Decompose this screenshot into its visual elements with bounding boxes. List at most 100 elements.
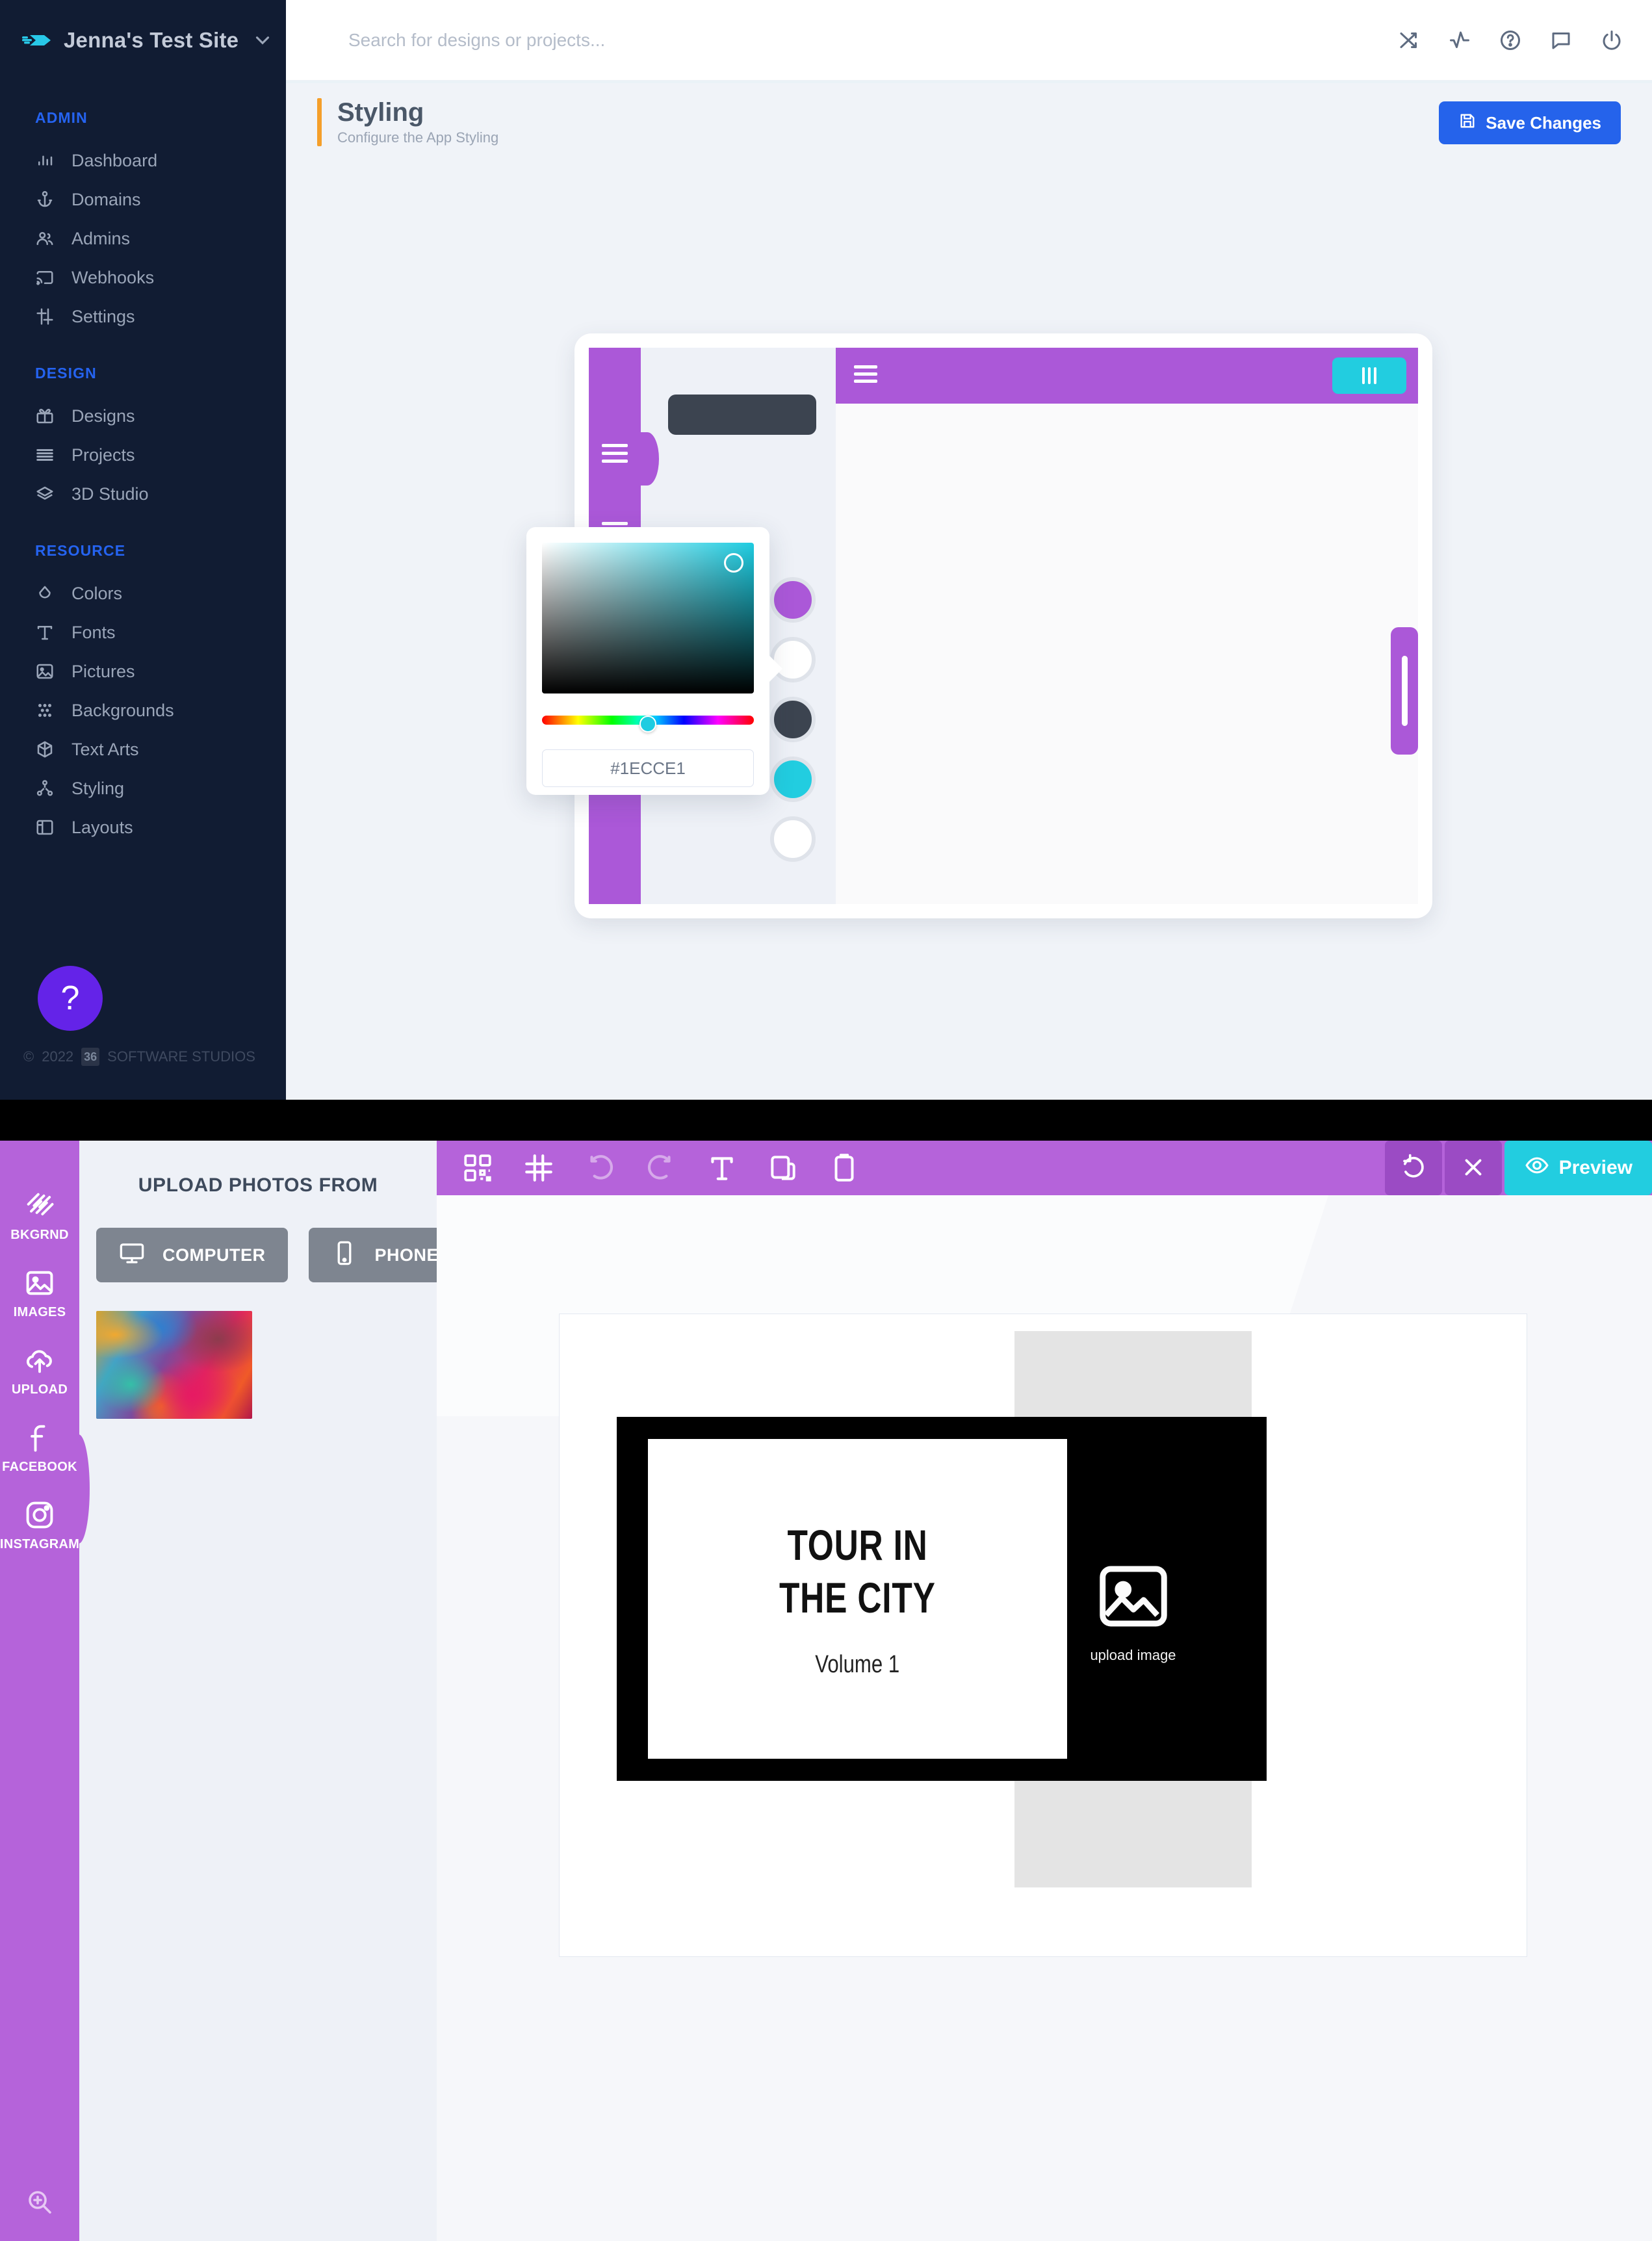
shuffle-icon[interactable]	[1397, 29, 1421, 52]
brand-selector[interactable]: Jenna's Test Site	[0, 0, 286, 81]
rail-item-facebook[interactable]: FACEBOOK	[0, 1421, 79, 1475]
swatch-cyan[interactable]	[770, 757, 816, 802]
sidebar-item-layouts[interactable]: Layouts	[0, 808, 286, 847]
design-title-line1: TOUR IN	[787, 1520, 928, 1569]
page-title-accent-bar	[317, 97, 322, 146]
nav-section-title-resource: RESOURCE	[35, 542, 126, 559]
rail-item-images[interactable]: IMAGES	[0, 1266, 79, 1320]
sidebar-item-fonts[interactable]: Fonts	[0, 613, 286, 652]
sidebar-item-label: Dashboard	[71, 150, 158, 170]
swatch-purple[interactable]	[770, 577, 816, 623]
copy-icon[interactable]	[767, 1152, 799, 1184]
styling-canvas-area: #1ECCE1	[286, 83, 1652, 1100]
mockup-menu-icon-1	[602, 444, 628, 467]
design-canvas-sheet[interactable]: TOUR IN THE CITY Volume 1 upload image	[559, 1314, 1527, 1957]
sliders-icon	[35, 307, 55, 326]
sidebar-item-admins[interactable]: Admins	[0, 219, 286, 258]
sidebar-item-label: Fonts	[71, 622, 116, 642]
users-icon	[35, 229, 55, 248]
admin-main-area: Styling Configure the App Styling Save C…	[286, 0, 1652, 1100]
help-fab-button[interactable]: ?	[38, 966, 103, 1031]
power-icon[interactable]	[1600, 29, 1623, 52]
close-button[interactable]	[1444, 1141, 1502, 1195]
footer-copyright: © 2022 36 SOFTWARE STUDIOS	[23, 1048, 255, 1066]
chevron-down-icon[interactable]	[252, 29, 274, 51]
sidebar-item-text-arts[interactable]: Text Arts	[0, 730, 286, 769]
sidebar-item-label: Colors	[71, 583, 123, 603]
rail-item-upload[interactable]: UPLOAD	[0, 1343, 79, 1397]
zoom-in-icon[interactable]	[0, 2163, 79, 2241]
sidebar-item-label: Domains	[71, 189, 141, 209]
preview-label: Preview	[1558, 1157, 1633, 1178]
droplet-icon	[35, 584, 55, 603]
sidebar-item-webhooks[interactable]: Webhooks	[0, 258, 286, 297]
save-changes-button[interactable]: Save Changes	[1439, 101, 1621, 144]
grid-icon[interactable]	[523, 1152, 555, 1184]
upload-from-computer-button[interactable]: COMPUTER	[96, 1228, 288, 1282]
message-icon[interactable]	[1549, 29, 1573, 52]
sidebar-item-pictures[interactable]: Pictures	[0, 652, 286, 691]
instagram-icon	[23, 1498, 57, 1532]
sidebar-item-3d-studio[interactable]: 3D Studio	[0, 474, 286, 513]
sidebar-item-designs[interactable]: Designs	[0, 396, 286, 435]
upload-source-label: COMPUTER	[162, 1245, 266, 1265]
sidebar-item-backgrounds[interactable]: Backgrounds	[0, 691, 286, 730]
activity-icon[interactable]	[1448, 29, 1471, 52]
rail-item-instagram[interactable]: INSTAGRAM	[0, 1498, 79, 1552]
hue-knob[interactable]	[639, 716, 656, 732]
page-title: Styling	[337, 97, 424, 127]
facebook-icon	[23, 1421, 57, 1455]
upload-placeholder-caption: upload image	[1090, 1646, 1176, 1663]
upload-panel-title: UPLOAD PHOTOS FROM	[138, 1174, 378, 1196]
mockup-content-area	[836, 348, 1418, 904]
hex-color-input[interactable]: #1ECCE1	[542, 749, 754, 787]
help-circle-icon[interactable]	[1499, 29, 1522, 52]
sidebar-item-styling[interactable]: Styling	[0, 769, 286, 808]
rail-item-label: INSTAGRAM	[0, 1537, 80, 1551]
rail-item-bkgrnd[interactable]: BKGRND	[0, 1189, 79, 1243]
company-name: SOFTWARE STUDIOS	[107, 1048, 255, 1065]
brand-name: Jenna's Test Site	[64, 28, 239, 52]
hue-slider[interactable]	[542, 716, 754, 732]
paste-icon[interactable]	[828, 1152, 860, 1184]
sidebar-item-colors[interactable]: Colors	[0, 574, 286, 613]
page-subtitle: Configure the App Styling	[337, 129, 499, 146]
sidebar-item-label: Webhooks	[71, 267, 155, 287]
color-swatch-list	[770, 577, 816, 862]
uploaded-photo-thumbnail[interactable]	[96, 1311, 252, 1419]
swatch-white[interactable]	[770, 816, 816, 862]
image-placeholder-icon	[1092, 1555, 1174, 1640]
sidebar-item-label: 3D Studio	[71, 484, 149, 504]
topbar-icon-group	[1397, 29, 1623, 52]
type-icon	[35, 623, 55, 642]
sidebar-item-label: Styling	[71, 778, 125, 798]
search-input[interactable]	[348, 29, 933, 51]
layout-icon	[35, 818, 55, 837]
pattern-icon	[35, 701, 55, 720]
swatch-dark[interactable]	[770, 697, 816, 742]
mockup-accent-chip	[1332, 357, 1406, 394]
image-icon	[35, 662, 55, 681]
copyright-year: 2022	[42, 1048, 74, 1065]
upload-image-placeholder[interactable]: upload image	[1014, 1331, 1252, 1887]
redo-icon[interactable]	[645, 1152, 677, 1184]
design-title-line2: THE CITY	[779, 1573, 936, 1622]
text-tool-icon[interactable]	[706, 1152, 738, 1184]
anchor-icon	[35, 190, 55, 209]
preview-button[interactable]: Preview	[1504, 1141, 1652, 1195]
design-white-card: TOUR IN THE CITY Volume 1	[648, 1439, 1067, 1759]
saturation-knob[interactable]	[724, 553, 743, 573]
sidebar-item-domains[interactable]: Domains	[0, 180, 286, 219]
save-disk-icon	[1458, 112, 1477, 135]
undo-icon[interactable]	[584, 1152, 616, 1184]
refresh-button[interactable]	[1384, 1141, 1442, 1195]
list-lines-icon	[35, 445, 55, 465]
sidebar-item-settings[interactable]: Settings	[0, 297, 286, 336]
qr-code-icon[interactable]	[461, 1152, 494, 1184]
color-picker-popover: #1ECCE1	[526, 527, 782, 795]
sidebar-item-dashboard[interactable]: Dashboard	[0, 141, 286, 180]
sidebar-item-label: Settings	[71, 306, 135, 326]
sidebar-item-projects[interactable]: Projects	[0, 435, 286, 474]
saturation-value-box[interactable]	[542, 543, 754, 693]
cube-icon	[35, 484, 55, 504]
